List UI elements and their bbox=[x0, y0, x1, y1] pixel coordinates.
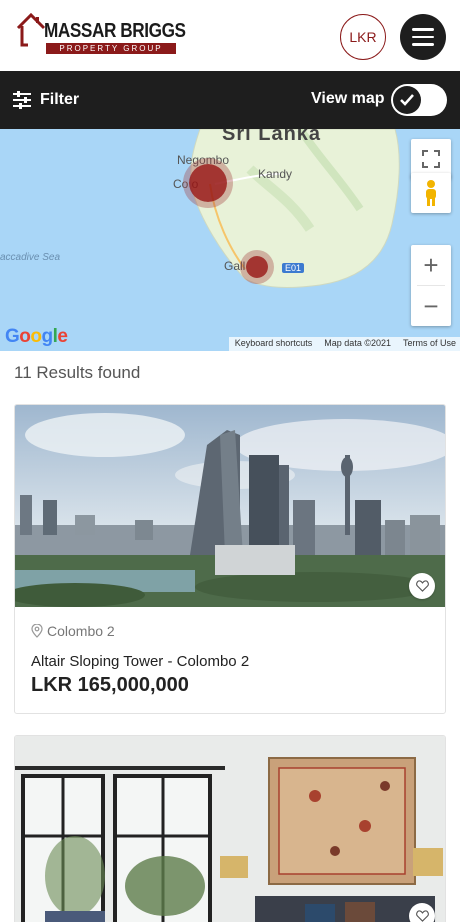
sliders-icon bbox=[13, 91, 31, 109]
map-attribution: Keyboard shortcuts Map data ©2021 Terms … bbox=[228, 337, 460, 351]
toggle-knob bbox=[393, 86, 421, 114]
zoom-in-button[interactable]: + bbox=[411, 245, 451, 285]
google-logo[interactable]: Google bbox=[5, 326, 68, 348]
view-map-label: View map bbox=[311, 90, 385, 107]
listing-details: Colombo 2 Altair Sloping Tower - Colombo… bbox=[31, 623, 431, 697]
map-land-layer bbox=[190, 129, 400, 288]
map-label-highway: E01 bbox=[282, 263, 305, 273]
zoom-controls: + − bbox=[411, 245, 451, 326]
house-logo-icon bbox=[16, 12, 46, 47]
view-map-toggle[interactable] bbox=[391, 84, 447, 116]
listing-location-text: Colombo 2 bbox=[47, 623, 115, 639]
map-data-text: Map data ©2021 bbox=[324, 338, 391, 348]
currency-button[interactable]: LKR bbox=[340, 14, 386, 60]
listing-title[interactable]: Altair Sloping Tower - Colombo 2 bbox=[31, 653, 431, 670]
fullscreen-icon bbox=[422, 150, 440, 168]
listing-price: LKR 165,000,000 bbox=[31, 674, 189, 696]
heart-icon bbox=[415, 580, 429, 592]
terms-of-use-link[interactable]: Terms of Use bbox=[403, 338, 456, 351]
living-room-photo bbox=[15, 736, 445, 922]
colombo-skyline-photo bbox=[15, 405, 445, 607]
map-view[interactable]: Sri Lanka Negombo Co o Kandy Gall accadi… bbox=[0, 129, 460, 351]
location-pin-icon bbox=[31, 624, 43, 638]
map-marker-galle[interactable] bbox=[246, 256, 268, 278]
heart-icon bbox=[415, 910, 429, 922]
listing-card[interactable] bbox=[14, 735, 446, 922]
site-header: MASSAR BRIGGS PROPERTY GROUP LKR bbox=[0, 0, 460, 70]
map-label-kandy: Kandy bbox=[258, 167, 293, 181]
street-view-pegman-icon bbox=[426, 180, 436, 206]
filter-bar: Filter View map bbox=[0, 71, 460, 129]
map-label-sea: accadive Sea bbox=[0, 252, 61, 263]
logo-subtitle: PROPERTY GROUP bbox=[46, 43, 176, 54]
menu-button[interactable] bbox=[400, 14, 446, 60]
favorite-button[interactable] bbox=[409, 573, 435, 599]
map-marker-colombo[interactable] bbox=[189, 164, 227, 202]
street-view-button[interactable] bbox=[411, 173, 451, 213]
favorite-button[interactable] bbox=[409, 903, 435, 922]
zoom-out-button[interactable]: − bbox=[411, 286, 451, 326]
filter-button[interactable]: Filter bbox=[12, 85, 79, 115]
listing-location: Colombo 2 bbox=[31, 623, 431, 639]
listing-image[interactable] bbox=[15, 736, 445, 922]
results-count: 11 Results found bbox=[14, 363, 141, 382]
map-label-country: Sri Lanka bbox=[222, 129, 322, 145]
filter-label: Filter bbox=[40, 91, 80, 108]
listing-card[interactable]: Colombo 2 Altair Sloping Tower - Colombo… bbox=[14, 404, 446, 714]
map-label-galle: Gall bbox=[224, 259, 246, 273]
keyboard-shortcuts-link[interactable]: Keyboard shortcuts bbox=[235, 338, 313, 351]
listing-image[interactable] bbox=[15, 405, 445, 607]
check-icon bbox=[400, 94, 414, 106]
hamburger-icon bbox=[412, 28, 434, 31]
logo-title: MASSAR BRIGGS bbox=[44, 20, 186, 42]
company-logo[interactable]: MASSAR BRIGGS PROPERTY GROUP bbox=[16, 12, 186, 54]
